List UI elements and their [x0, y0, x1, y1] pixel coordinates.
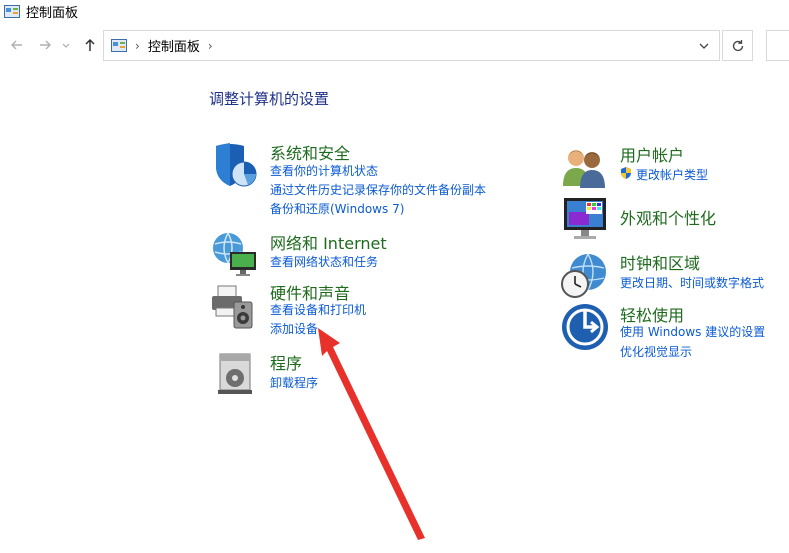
refresh-button[interactable]	[722, 30, 753, 61]
users-icon[interactable]	[560, 142, 610, 192]
category-system-security: 系统和安全 查看你的计算机状态 通过文件历史记录保存你的文件备份副本 备份和还原…	[210, 140, 530, 220]
link-uninstall-program[interactable]: 卸载程序	[270, 374, 318, 391]
search-box[interactable]	[766, 30, 789, 61]
arrow-up-icon	[85, 38, 95, 51]
forward-button[interactable]	[36, 36, 54, 54]
link-add-device[interactable]: 添加设备	[270, 320, 318, 337]
category-ease-of-access: 轻松使用 使用 Windows 建议的设置 优化视觉显示	[560, 302, 789, 362]
category-user-accounts: 用户帐户 更改帐户类型	[560, 142, 780, 188]
control-panel-icon	[4, 4, 20, 18]
category-title[interactable]: 用户帐户	[620, 142, 684, 166]
link-view-computer-status[interactable]: 查看你的计算机状态	[270, 162, 378, 179]
category-title[interactable]: 时钟和区域	[620, 250, 700, 274]
category-title[interactable]: 系统和安全	[270, 140, 350, 164]
chevron-down-icon	[62, 43, 70, 48]
title-bar: 控制面板	[0, 0, 789, 22]
chevron-right-icon[interactable]: ›	[135, 39, 140, 53]
control-panel-icon	[111, 39, 127, 52]
up-button[interactable]	[81, 36, 99, 54]
window-title: 控制面板	[26, 5, 79, 21]
link-change-account-type[interactable]: 更改帐户类型	[636, 166, 708, 183]
uac-shield-icon	[621, 167, 631, 179]
category-hardware-sound: 硬件和声音 查看设备和打印机 添加设备	[210, 280, 530, 340]
category-network-internet: 网络和 Internet 查看网络状态和任务	[210, 230, 530, 276]
programs-icon[interactable]	[210, 350, 260, 400]
category-clock-region: 时钟和区域 更改日期、时间或数字格式	[560, 250, 789, 300]
link-file-history[interactable]: 通过文件历史记录保存你的文件备份副本	[270, 181, 486, 198]
arrow-left-icon	[11, 40, 22, 50]
clock-globe-icon[interactable]	[560, 250, 610, 300]
link-backup-restore[interactable]: 备份和还原(Windows 7)	[270, 200, 404, 217]
navigation-bar: › 控制面板 ›	[0, 30, 789, 62]
breadcrumb-control-panel[interactable]: 控制面板	[148, 36, 200, 55]
recent-locations-button[interactable]	[60, 36, 72, 54]
link-optimize-display[interactable]: 优化视觉显示	[620, 343, 692, 360]
printer-speaker-icon[interactable]	[210, 282, 260, 332]
category-title[interactable]: 网络和 Internet	[270, 230, 387, 254]
back-button[interactable]	[8, 36, 26, 54]
monitor-palette-icon[interactable]	[560, 194, 610, 244]
link-network-status[interactable]: 查看网络状态和任务	[270, 253, 378, 270]
link-change-date-time[interactable]: 更改日期、时间或数字格式	[620, 274, 764, 291]
chevron-right-icon[interactable]: ›	[208, 39, 213, 53]
address-bar[interactable]: › 控制面板 ›	[103, 30, 720, 61]
page-heading: 调整计算机的设置	[209, 90, 330, 108]
chevron-down-icon[interactable]	[697, 39, 711, 53]
refresh-icon	[732, 39, 743, 51]
link-devices-printers[interactable]: 查看设备和打印机	[270, 301, 366, 318]
network-globe-icon[interactable]	[210, 230, 260, 280]
category-appearance: 外观和个性化	[560, 194, 780, 244]
shield-icon[interactable]	[210, 140, 260, 190]
category-title[interactable]: 外观和个性化	[620, 205, 716, 229]
link-recommended-settings[interactable]: 使用 Windows 建议的设置	[620, 323, 765, 340]
category-programs: 程序 卸载程序	[210, 350, 530, 396]
category-title[interactable]: 程序	[270, 350, 302, 374]
ease-of-access-icon[interactable]	[560, 302, 610, 352]
arrow-right-icon	[40, 40, 51, 50]
